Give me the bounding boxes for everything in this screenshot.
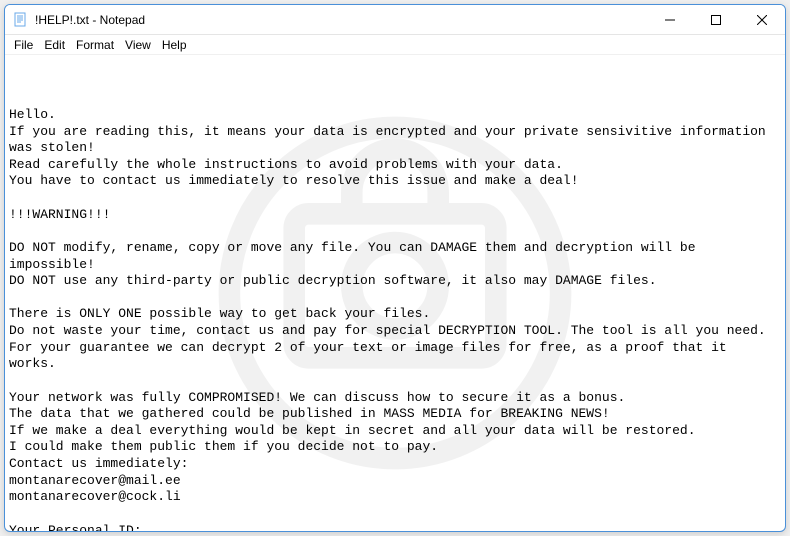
editor-area[interactable]: Hello. If you are reading this, it means… [5,55,785,531]
document-text: Hello. If you are reading this, it means… [9,107,781,531]
close-button[interactable] [739,5,785,35]
maximize-button[interactable] [693,5,739,35]
notepad-window: !HELP!.txt - Notepad File Edit Format Vi… [4,4,786,532]
menu-edit[interactable]: Edit [39,37,70,53]
menu-help[interactable]: Help [157,37,192,53]
menu-format[interactable]: Format [71,37,119,53]
menu-view[interactable]: View [120,37,156,53]
notepad-icon [13,12,29,28]
menu-file[interactable]: File [9,37,38,53]
menubar: File Edit Format View Help [5,35,785,55]
titlebar: !HELP!.txt - Notepad [5,5,785,35]
window-title: !HELP!.txt - Notepad [35,13,647,27]
minimize-button[interactable] [647,5,693,35]
window-controls [647,5,785,34]
